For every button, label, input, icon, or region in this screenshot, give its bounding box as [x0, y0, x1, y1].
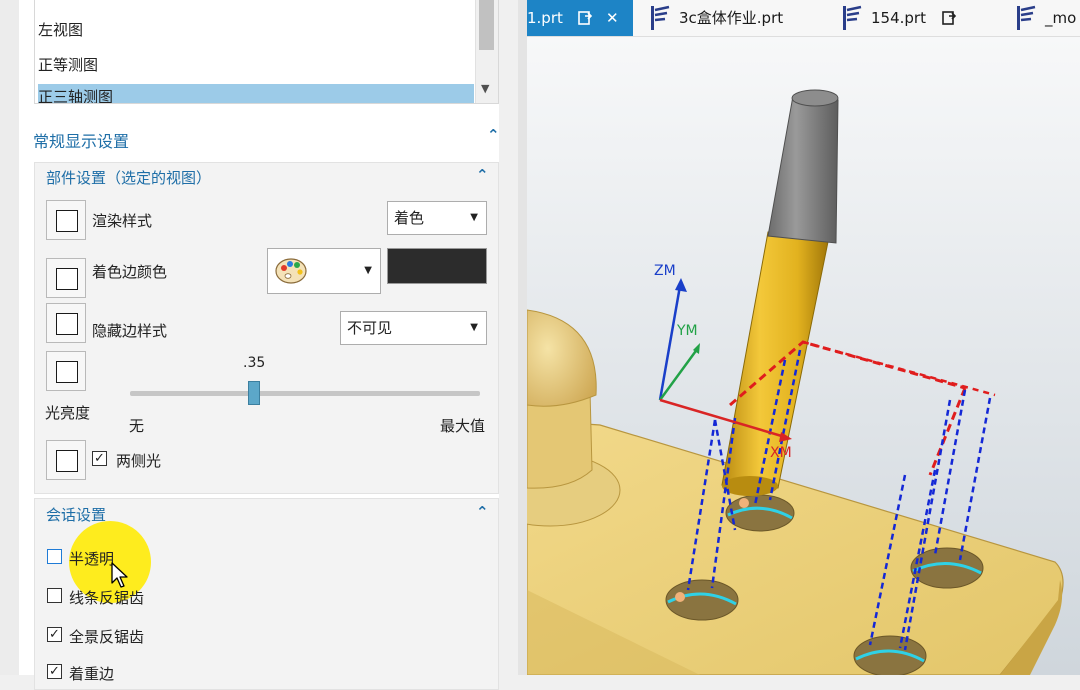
two-sided-light-button[interactable] [46, 440, 86, 480]
color-palette-dropdown[interactable]: ▼ [267, 248, 381, 294]
close-tab-icon[interactable]: ✕ [606, 0, 619, 36]
dropdown-caret-icon: ▼ [364, 265, 372, 276]
render-style-select[interactable]: 着色 ▼ [387, 201, 487, 235]
shaded-edge-color-swatch[interactable] [387, 248, 487, 284]
chevron-up-icon[interactable]: ⌃ [487, 126, 500, 144]
tab-label: 154.prt [871, 9, 926, 27]
light-brightness-button[interactable] [46, 351, 86, 391]
list-scroll-thumb[interactable] [479, 0, 494, 50]
section-title-general-display[interactable]: 常规显示设置 [33, 128, 129, 152]
graphics-viewport[interactable]: ZM YM XM [527, 37, 1080, 675]
panel-divider[interactable] [518, 0, 527, 675]
dropdown-caret-icon: ▼ [470, 212, 478, 223]
emphasize-edges-checkbox[interactable]: ✓ [47, 664, 62, 679]
tool-holder-top [791, 89, 839, 107]
hidden-edge-style-value: 不可见 [347, 319, 393, 337]
hidden-edge-style-button[interactable] [46, 303, 86, 343]
full-scene-antialiasing-label[interactable]: 全景反锯齿 [69, 626, 144, 647]
axis-label-y: YM [677, 323, 698, 339]
two-sided-light-checkbox[interactable]: ✓ [92, 451, 107, 466]
boss-dome [527, 309, 597, 407]
palette-icon [275, 258, 307, 284]
document-modified-icon [578, 11, 593, 25]
two-sided-light-label: 两侧光 [116, 452, 162, 470]
list-item-selected[interactable]: 正三轴测图 [38, 84, 474, 103]
panel-left-strip [0, 0, 20, 675]
part-file-icon [651, 5, 670, 30]
part-file-icon [1017, 5, 1036, 30]
axis-label-z: ZM [654, 263, 676, 279]
render-style-button[interactable] [46, 200, 86, 240]
tool-holder [767, 95, 839, 244]
line-antialiasing-checkbox[interactable] [47, 588, 62, 603]
shaded-edge-color-label: 着色边颜色 [92, 263, 168, 281]
list-item-partial[interactable] [38, 0, 474, 18]
tool-point-marker [739, 498, 749, 508]
cad-model-scene[interactable] [527, 37, 1080, 675]
document-tab-bar: 1.prt ✕ 3c盒体作业.prt 154.prt _mo [527, 0, 1080, 37]
view-list[interactable]: 左视图 正等测图 正三轴测图 ▼ [34, 0, 499, 104]
tool-point-marker [675, 592, 685, 602]
tab-label: 3c盒体作业.prt [679, 9, 784, 27]
render-style-label: 渲染样式 [92, 212, 153, 230]
rapid-toolpath [802, 340, 996, 397]
light-brightness-slider-thumb[interactable] [248, 381, 260, 405]
document-modified-icon [942, 11, 957, 25]
dropdown-caret-icon: ▼ [470, 322, 478, 333]
chevron-up-icon[interactable]: ⌃ [476, 503, 489, 521]
hidden-edge-style-select[interactable]: 不可见 ▼ [340, 311, 487, 345]
slider-min-label: 无 [129, 417, 145, 435]
line-antialiasing-label[interactable]: 线条反锯齿 [69, 587, 144, 608]
mouse-cursor-icon [111, 562, 128, 588]
light-brightness-slider-track[interactable] [130, 391, 480, 396]
axis-label-x: XM [770, 445, 792, 461]
chevron-down-icon[interactable]: ▼ [481, 82, 489, 95]
tab-label: _mo [1045, 9, 1077, 27]
full-scene-antialiasing-checkbox[interactable]: ✓ [47, 627, 62, 642]
list-item[interactable]: 左视图 [38, 17, 474, 43]
light-brightness-value: .35 [243, 355, 266, 371]
chevron-up-icon[interactable]: ⌃ [476, 166, 489, 184]
emphasize-edges-label[interactable]: 着重边 [69, 663, 114, 684]
slider-max-label: 最大值 [440, 417, 486, 435]
tool-tip [722, 476, 778, 496]
translucency-checkbox[interactable] [47, 549, 62, 564]
shaded-edge-color-button[interactable] [46, 258, 86, 298]
hidden-edge-style-label: 隐藏边样式 [92, 322, 168, 340]
list-item[interactable]: 正等测图 [38, 52, 474, 78]
tab-label: 1.prt [527, 9, 563, 27]
tab-1-prt[interactable]: 1.prt ✕ [527, 0, 633, 36]
list-scrollbar[interactable]: ▼ [475, 0, 498, 103]
display-settings-panel: 左视图 正等测图 正三轴测图 ▼ 常规显示设置 ⌃ 部件设置（选定的视图） ⌃ … [0, 0, 518, 690]
render-style-value: 着色 [394, 209, 425, 227]
light-brightness-label: 光亮度 [45, 404, 91, 422]
translucency-label[interactable]: 半透明 [69, 548, 114, 569]
group-title-part-settings[interactable]: 部件设置（选定的视图） [46, 167, 211, 188]
part-file-icon [843, 5, 862, 30]
